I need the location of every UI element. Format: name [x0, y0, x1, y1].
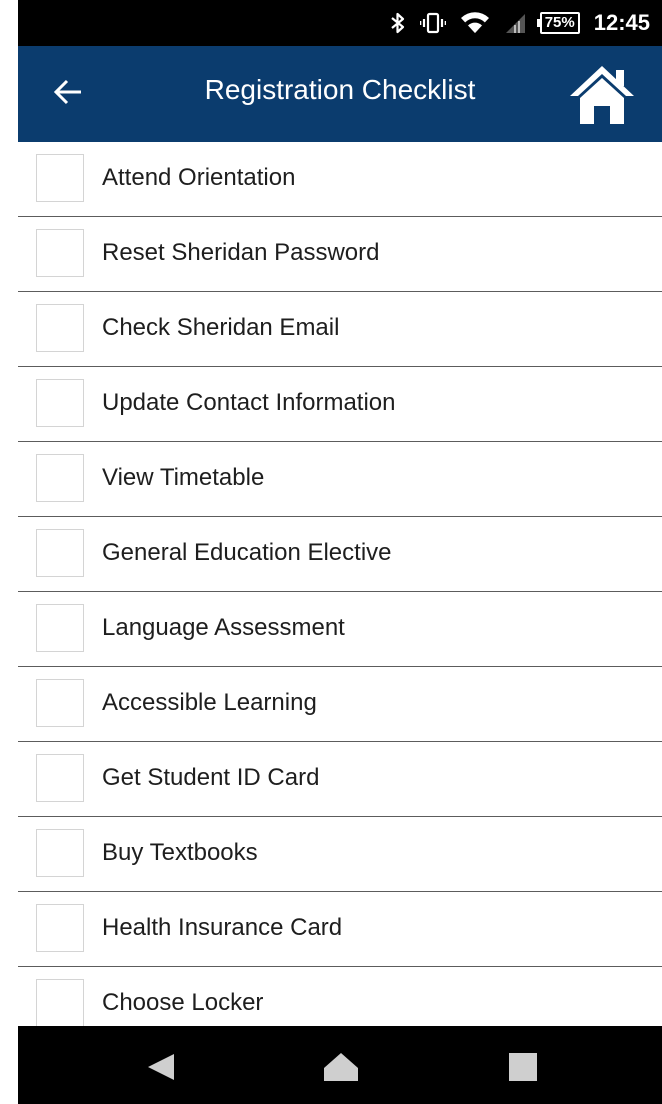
checkbox[interactable]	[36, 979, 84, 1026]
vibrate-icon	[419, 12, 446, 34]
cell-signal-icon	[504, 12, 526, 34]
list-item[interactable]: Reset Sheridan Password	[18, 217, 662, 292]
checkbox[interactable]	[36, 304, 84, 352]
list-item[interactable]: General Education Elective	[18, 517, 662, 592]
list-item[interactable]: Accessible Learning	[18, 667, 662, 742]
home-circle-icon	[323, 1052, 359, 1087]
list-item[interactable]: Update Contact Information	[18, 367, 662, 442]
checklist: Attend Orientation Reset Sheridan Passwo…	[18, 142, 662, 1026]
list-item[interactable]: View Timetable	[18, 442, 662, 517]
list-item[interactable]: Get Student ID Card	[18, 742, 662, 817]
recents-square-icon	[508, 1052, 538, 1087]
list-item[interactable]: Attend Orientation	[18, 142, 662, 217]
status-bar: 75% 12:45	[18, 0, 662, 46]
app-bar: Registration Checklist	[18, 46, 662, 142]
list-item-label: Buy Textbooks	[102, 839, 258, 866]
checkbox[interactable]	[36, 229, 84, 277]
checkbox[interactable]	[36, 679, 84, 727]
wifi-icon	[460, 12, 490, 34]
list-item[interactable]: Health Insurance Card	[18, 892, 662, 967]
checkbox[interactable]	[36, 604, 84, 652]
list-item-label: Health Insurance Card	[102, 914, 343, 941]
navigation-bar	[18, 1026, 662, 1104]
checkbox[interactable]	[36, 454, 84, 502]
checkbox[interactable]	[36, 154, 84, 202]
list-item-label: Language Assessment	[102, 614, 345, 641]
checkbox[interactable]	[36, 904, 84, 952]
nav-back-button[interactable]	[146, 1052, 176, 1087]
list-item-label: Accessible Learning	[102, 689, 317, 716]
nav-home-button[interactable]	[323, 1052, 359, 1087]
checkbox[interactable]	[36, 529, 84, 577]
checkbox[interactable]	[36, 754, 84, 802]
checkbox[interactable]	[36, 829, 84, 877]
list-item[interactable]: Check Sheridan Email	[18, 292, 662, 367]
list-item-label: Get Student ID Card	[102, 764, 320, 791]
list-item-label: View Timetable	[102, 464, 265, 491]
list-item-label: Reset Sheridan Password	[102, 239, 380, 266]
list-item[interactable]: Language Assessment	[18, 592, 662, 667]
list-item-label: Attend Orientation	[102, 164, 296, 191]
home-icon	[566, 62, 638, 131]
bluetooth-icon	[390, 12, 406, 34]
list-item-label: General Education Elective	[102, 539, 392, 566]
checkbox[interactable]	[36, 379, 84, 427]
list-item[interactable]: Choose Locker	[18, 967, 662, 1026]
list-item-label: Choose Locker	[102, 989, 264, 1016]
list-item-label: Check Sheridan Email	[102, 314, 340, 341]
home-button[interactable]	[566, 64, 638, 128]
nav-recents-button[interactable]	[508, 1052, 538, 1087]
status-time: 12:45	[593, 10, 650, 35]
list-item[interactable]: Buy Textbooks	[18, 817, 662, 892]
back-triangle-icon	[146, 1052, 176, 1087]
list-item-label: Update Contact Information	[102, 389, 396, 416]
battery-indicator: 75%	[536, 12, 580, 34]
